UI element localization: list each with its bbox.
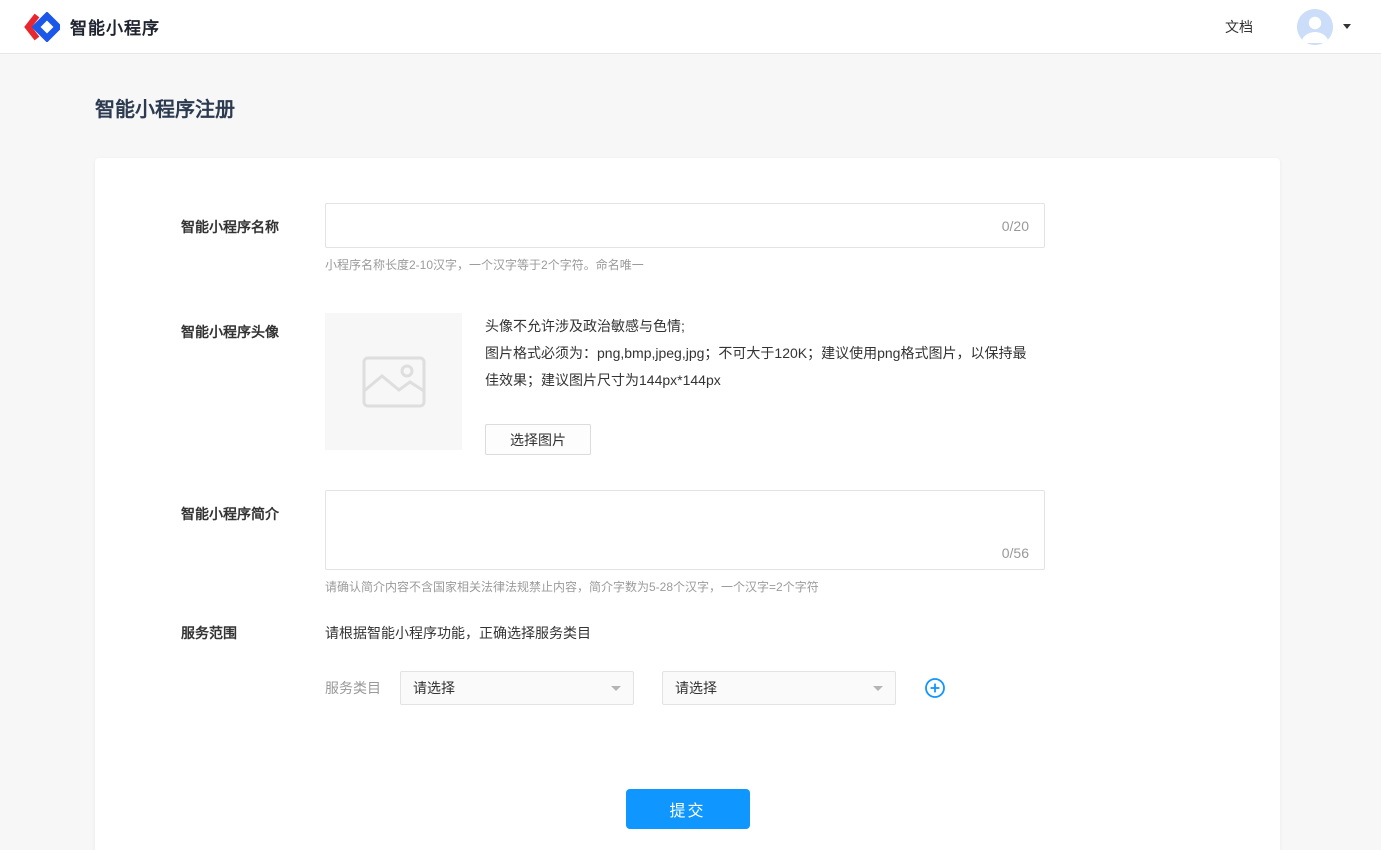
avatar-rule-line-2: 图片格式必须为：png,bmp,jpeg,jpg；不可大于120K；建议使用pn… [485,340,1040,394]
avatar-label: 智能小程序头像 [181,313,325,455]
avatar-rules-block: 头像不允许涉及政治敏感与色情; 图片格式必须为：png,bmp,jpeg,jpg… [485,313,1040,455]
main-content: 智能小程序注册 智能小程序名称 0/20 小程序名称长度2-10汉字，一个汉字等… [95,54,1280,850]
choose-image-button[interactable]: 选择图片 [485,424,591,455]
caret-down-icon[interactable] [1343,24,1351,29]
submit-row: 提交 [95,789,1280,829]
image-placeholder-icon [362,356,426,408]
service-scope-label: 服务范围 [181,623,325,705]
name-label: 智能小程序名称 [181,203,325,273]
category-select-2[interactable]: 请选择 [662,671,896,705]
caret-down-icon [873,686,883,691]
avatar-upload-placeholder[interactable] [325,313,462,450]
intro-char-counter: 0/56 [1002,545,1029,561]
add-category-icon[interactable] [924,677,946,699]
category-select-1[interactable]: 请选择 [400,671,634,705]
intro-input-wrap: 0/56 [325,490,1045,570]
name-char-counter: 0/20 [1002,218,1029,234]
avatar-rule-line-1: 头像不允许涉及政治敏感与色情; [485,313,1040,340]
name-input-wrap: 0/20 [325,203,1045,248]
registration-card: 智能小程序名称 0/20 小程序名称长度2-10汉字，一个汉字等于2个字符。命名… [95,158,1280,850]
submit-button[interactable]: 提交 [626,789,750,829]
page-title: 智能小程序注册 [95,54,1280,158]
intro-textarea[interactable] [325,490,1045,570]
user-silhouette-icon [1297,9,1333,45]
intro-label: 智能小程序简介 [181,490,325,595]
brand: 智能小程序 [24,12,160,42]
service-category-label: 服务类目 [325,678,381,698]
header-right: 文档 [1225,9,1351,45]
name-hint: 小程序名称长度2-10汉字，一个汉字等于2个字符。命名唯一 [325,257,1045,273]
form-row-service: 服务范围 请根据智能小程序功能，正确选择服务类目 服务类目 请选择 请选择 [181,623,1220,705]
service-category-row: 服务类目 请选择 请选择 [325,671,1045,705]
docs-link[interactable]: 文档 [1225,17,1253,37]
app-header: 智能小程序 文档 [0,0,1381,54]
caret-down-icon [611,686,621,691]
category-select-2-value: 请选择 [675,678,717,698]
smartprogram-logo-icon [24,12,60,42]
form-row-intro: 智能小程序简介 0/56 请确认简介内容不含国家相关法律法规禁止内容，简介字数为… [181,490,1220,595]
name-input[interactable] [325,203,1045,248]
category-select-1-value: 请选择 [413,678,455,698]
form-row-avatar: 智能小程序头像 头像不允许涉及政治敏感与色情; 图片格式必须为：png,bmp,… [181,313,1220,455]
brand-title: 智能小程序 [70,14,160,39]
intro-hint: 请确认简介内容不含国家相关法律法规禁止内容，简介字数为5-28个汉字，一个汉字=… [325,579,1045,595]
form-row-name: 智能小程序名称 0/20 小程序名称长度2-10汉字，一个汉字等于2个字符。命名… [181,203,1220,273]
user-avatar[interactable] [1297,9,1333,45]
service-instruction: 请根据智能小程序功能，正确选择服务类目 [325,623,1045,643]
